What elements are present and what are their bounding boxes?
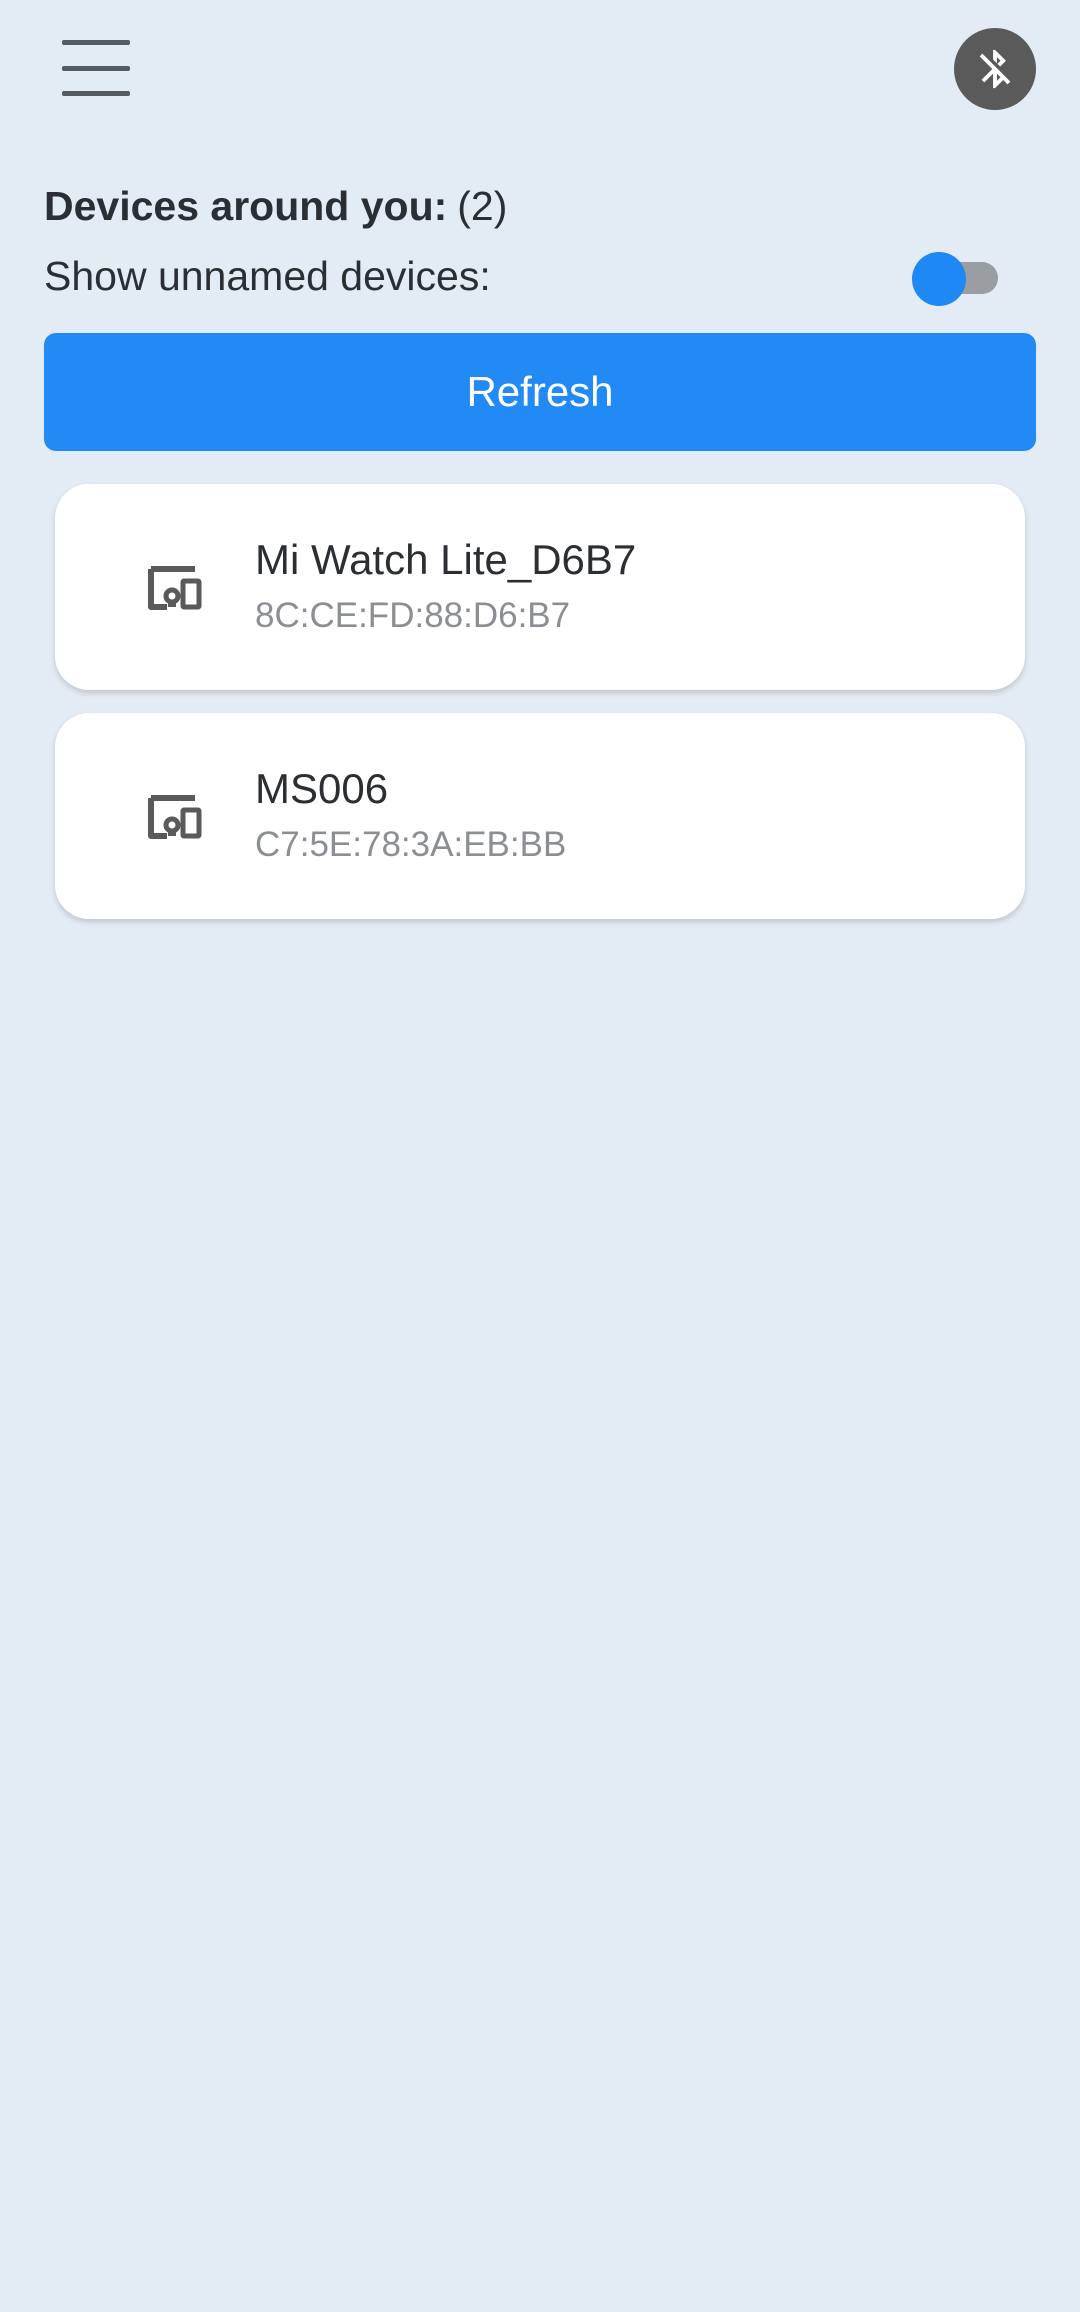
hamburger-menu-icon[interactable]: [62, 40, 130, 96]
devices-count: (2): [457, 183, 508, 229]
bluetooth-disabled-icon: [979, 49, 1011, 89]
devices-icon: [148, 566, 202, 610]
devices-count-heading: Devices around you: (2): [44, 176, 507, 236]
devices-icon: [148, 795, 202, 839]
device-mac-address: 8C:CE:FD:88:D6:B7: [255, 596, 571, 635]
bluetooth-toggle-button[interactable]: [954, 28, 1036, 110]
device-text: MS006 C7:5E:78:3A:EB:BB: [255, 763, 566, 869]
device-text: Mi Watch Lite_D6B7 8C:CE:FD:88:D6:B7: [255, 534, 636, 640]
menu-line: [62, 40, 130, 45]
devices-around-label: Devices around you:: [44, 183, 448, 229]
device-list: Mi Watch Lite_D6B7 8C:CE:FD:88:D6:B7 MS0…: [55, 484, 1025, 942]
device-mac-address: C7:5E:78:3A:EB:BB: [255, 825, 567, 864]
device-card[interactable]: MS006 C7:5E:78:3A:EB:BB: [55, 713, 1025, 919]
menu-line: [62, 65, 130, 71]
device-card[interactable]: Mi Watch Lite_D6B7 8C:CE:FD:88:D6:B7: [55, 484, 1025, 690]
menu-line: [62, 91, 130, 96]
refresh-button[interactable]: Refresh: [44, 333, 1036, 451]
app-screen: Devices around you: (2) Show unnamed devi…: [0, 0, 1080, 2312]
show-unnamed-label: Show unnamed devices:: [44, 252, 491, 299]
device-name: MS006: [255, 765, 389, 812]
switch-thumb: [912, 252, 966, 306]
show-unnamed-row: Show unnamed devices:: [44, 246, 1036, 306]
show-unnamed-switch[interactable]: [912, 246, 1004, 306]
device-name: Mi Watch Lite_D6B7: [255, 536, 637, 583]
